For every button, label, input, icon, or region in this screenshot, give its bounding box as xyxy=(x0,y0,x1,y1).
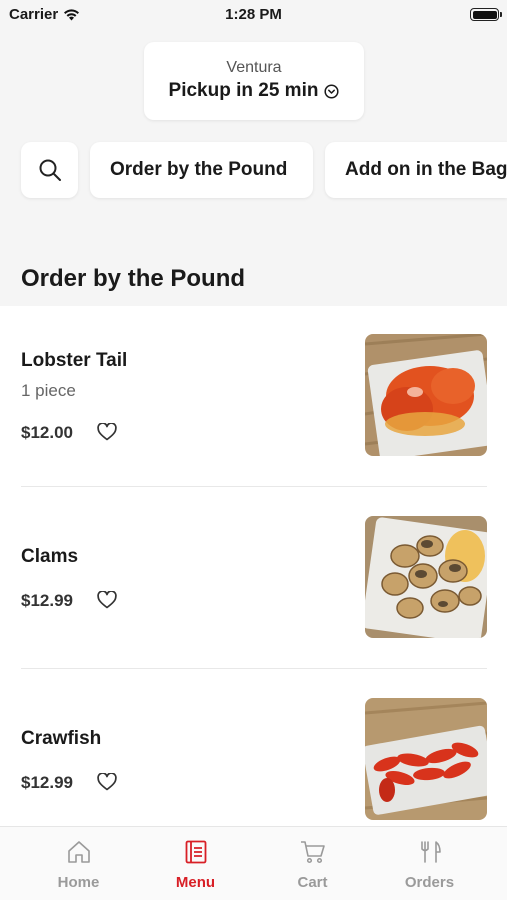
item-name: Crawfish xyxy=(21,728,102,749)
tab-home[interactable]: Home xyxy=(20,827,137,900)
battery-icon xyxy=(470,8,502,21)
location-selector[interactable]: Ventura Pickup in 25 min xyxy=(144,42,364,120)
heart-icon[interactable] xyxy=(97,773,117,791)
tab-cart[interactable]: Cart xyxy=(254,827,371,900)
menu-item-clams[interactable]: Clams $12.99 xyxy=(0,487,507,668)
status-bar: Carrier 1:28 PM xyxy=(0,0,507,28)
tab-menu[interactable]: Menu xyxy=(137,827,254,900)
category-tab-order-by-pound[interactable]: Order by the Pound xyxy=(90,142,313,198)
category-tab-add-on[interactable]: Add on in the Bag xyxy=(325,142,507,198)
menu-header: Ventura Pickup in 25 min Order by the Po… xyxy=(0,28,507,306)
status-time: 1:28 PM xyxy=(225,6,282,23)
tab-orders[interactable]: Orders xyxy=(371,827,488,900)
clams-photo xyxy=(365,516,487,638)
chevron-down-icon xyxy=(324,84,340,99)
menu-item-lobster-tail[interactable]: Lobster Tail 1 piece $12.00 xyxy=(0,306,507,487)
item-price: $12.00 xyxy=(21,423,73,442)
tab-label: Cart xyxy=(297,874,328,891)
location-name: Ventura xyxy=(226,59,282,76)
search-button[interactable] xyxy=(21,142,78,198)
search-icon xyxy=(39,159,61,181)
app-screen: Carrier 1:28 PM Ventura Pickup in 25 min xyxy=(0,0,507,900)
home-icon xyxy=(67,841,90,863)
section-title: Order by the Pound xyxy=(21,265,246,292)
menu-item-crawfish[interactable]: Crawfish $12.99 xyxy=(0,669,507,826)
item-name: Clams xyxy=(21,546,79,567)
tab-label: Menu xyxy=(175,874,216,891)
bottom-tab-bar: Home Menu Cart Orders xyxy=(0,826,507,900)
item-description: 1 piece xyxy=(21,381,76,400)
orders-icon xyxy=(420,841,441,863)
tab-label: Home xyxy=(57,874,100,891)
tab-label: Orders xyxy=(404,874,455,891)
pickup-time-row: Pickup in 25 min xyxy=(144,80,364,102)
heart-icon[interactable] xyxy=(97,423,117,441)
heart-icon[interactable] xyxy=(97,591,117,609)
item-price: $12.99 xyxy=(21,773,73,792)
cart-icon xyxy=(300,841,325,864)
crawfish-photo xyxy=(365,698,487,820)
item-name: Lobster Tail xyxy=(21,350,128,371)
lobster-tail-photo xyxy=(365,334,487,456)
pickup-time-label: Pickup in 25 min xyxy=(168,80,319,101)
menu-icon xyxy=(185,840,206,864)
item-price: $12.99 xyxy=(21,591,73,610)
